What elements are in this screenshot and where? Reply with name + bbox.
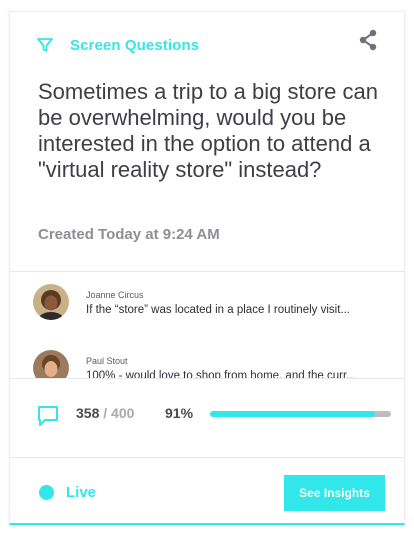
question-text: Sometimes a trip to a big store can be o…	[38, 79, 378, 182]
response-text: If the “store” was located in a place I …	[86, 304, 350, 316]
live-status-label: Live	[66, 484, 97, 501]
created-timestamp: Created Today at 9:24 AM	[38, 226, 220, 243]
card-header: Screen Questions	[10, 12, 404, 72]
response-stats: 358 / 400 91%	[10, 379, 404, 457]
question-card: Screen Questions Sometimes a trip to a b…	[9, 11, 405, 525]
response-total: / 400	[103, 405, 135, 421]
response-text: 100% - would love to shop from home, and…	[86, 370, 356, 378]
response-author: Paul Stout	[86, 356, 128, 366]
live-status-dot	[39, 485, 54, 500]
progress-fill	[210, 411, 375, 417]
see-insights-button[interactable]: See Insights	[284, 475, 385, 511]
screen-questions-title: Screen Questions	[70, 37, 200, 54]
response-count: 358 / 400	[76, 405, 134, 421]
filter-icon	[37, 38, 53, 52]
avatar	[33, 284, 69, 320]
response-item[interactable]: Paul Stout 100% - would love to shop fro…	[33, 350, 383, 378]
progress-bar	[210, 411, 391, 417]
card-footer: Live See Insights	[10, 458, 404, 523]
response-item[interactable]: Joanne Circus If the “store” was located…	[33, 284, 383, 324]
chat-icon	[38, 406, 58, 426]
share-icon[interactable]	[357, 29, 379, 51]
response-count-value: 358	[76, 405, 100, 421]
avatar	[33, 350, 69, 378]
responses-list[interactable]: Joanne Circus If the “store” was located…	[10, 272, 404, 378]
response-author: Joanne Circus	[86, 290, 144, 300]
response-percent: 91%	[165, 405, 194, 421]
